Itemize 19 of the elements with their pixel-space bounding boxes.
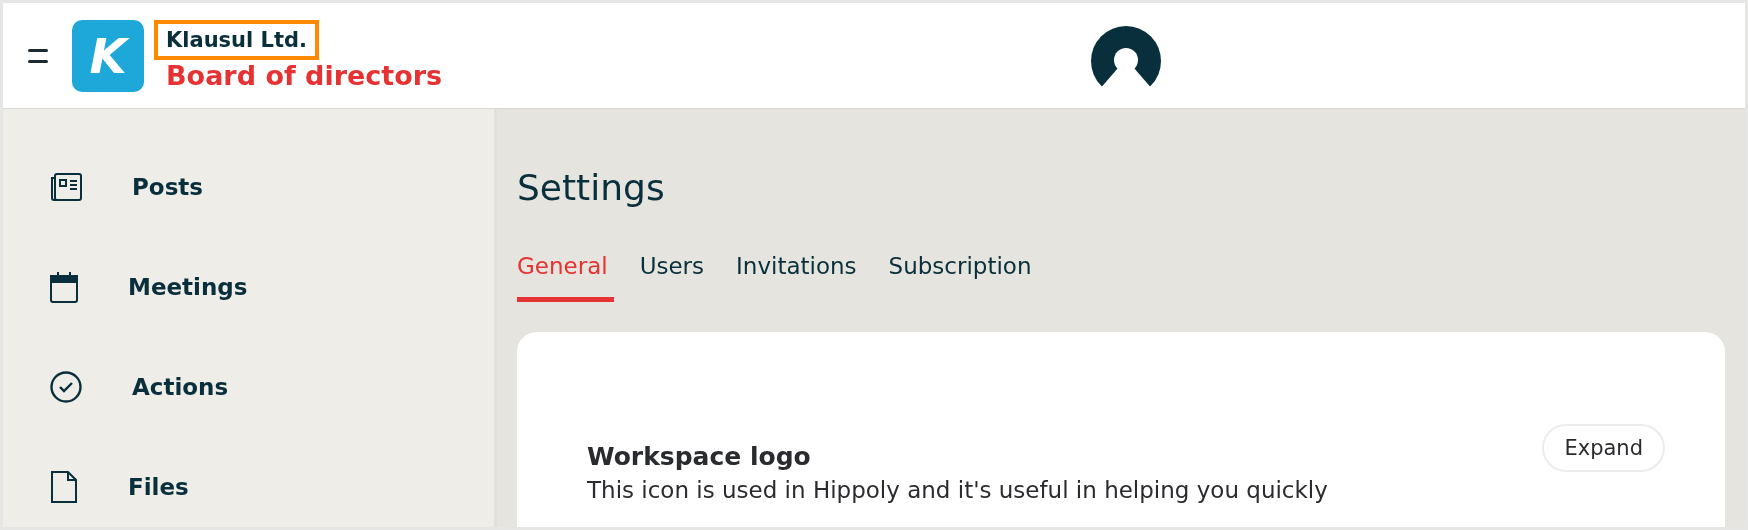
board-name: Board of directors — [165, 60, 443, 91]
app-logo: K — [72, 19, 144, 92]
sidebar-item[interactable]: Actions — [3, 337, 494, 437]
calendar-icon — [50, 271, 78, 303]
tab[interactable]: Users — [639, 247, 711, 302]
check-circle-icon — [50, 371, 82, 403]
tab[interactable]: Subscription — [888, 247, 1038, 302]
expand-button[interactable]: Expand — [1542, 424, 1665, 472]
company-name[interactable]: Klausul Ltd. — [154, 20, 319, 60]
section-description: This icon is used in Hippoly and it's useful in helping you quickly — [587, 477, 1328, 503]
sidebar-item[interactable]: Files — [3, 437, 494, 527]
sidebar-item[interactable]: Posts — [3, 137, 494, 237]
file-icon — [50, 470, 78, 504]
avatar-icon[interactable] — [1091, 25, 1161, 90]
page-title: Settings — [517, 167, 666, 210]
newspaper-icon — [50, 173, 82, 201]
sidebar-item[interactable]: Meetings — [3, 237, 494, 337]
section-title: Workspace logo — [587, 442, 812, 471]
tab[interactable]: Invitations — [736, 247, 863, 302]
